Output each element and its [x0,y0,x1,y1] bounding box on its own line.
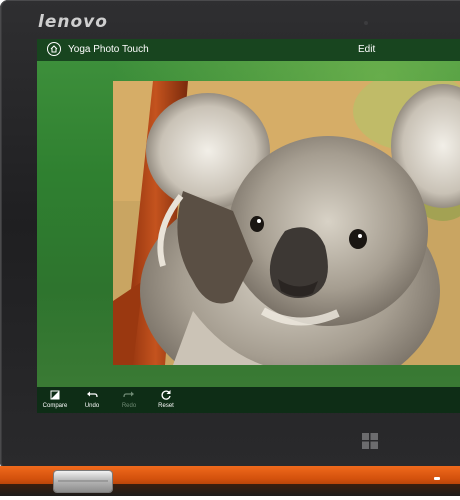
koala-image [113,81,460,365]
reset-button[interactable]: Reset [149,389,183,409]
undo-label: Undo [84,403,100,409]
photo-workspace [37,61,460,387]
reset-icon [161,390,171,400]
redo-icon [123,391,134,398]
reset-label: Reset [158,403,174,409]
home-icon [50,45,58,53]
compare-label: Compare [42,403,68,409]
windows-logo-icon[interactable] [362,433,378,449]
compare-icon [50,390,60,400]
redo-label: Redo [121,403,137,409]
brand-logo: lenovo [38,12,108,32]
app-title-bar: Yoga Photo Touch Edit [37,39,460,61]
status-led [434,477,440,480]
home-button[interactable] [47,42,61,56]
undo-icon [87,391,98,398]
edit-mode-label: Edit [358,44,376,55]
app-title: Yoga Photo Touch [68,44,149,55]
app-bottom-toolbar: Compare Undo Redo Reset [37,387,460,413]
webcam [364,21,368,25]
koala-photo[interactable] [113,81,460,365]
undo-button[interactable]: Undo [75,389,109,409]
redo-button[interactable]: Redo [112,389,146,409]
compare-button[interactable]: Compare [38,389,72,409]
laptop-device: lenovo Yoga Photo Touch Edit Compare Und… [0,0,460,470]
app-screen: Yoga Photo Touch Edit Compare Undo Redo … [37,39,460,413]
silver-hinge [54,471,112,492]
